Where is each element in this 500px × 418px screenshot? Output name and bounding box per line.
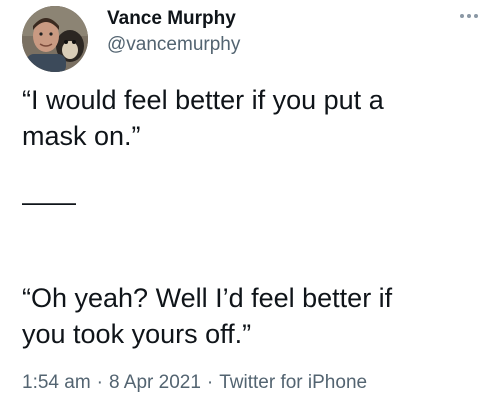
avatar[interactable] (22, 6, 88, 72)
tweet-time[interactable]: 1:54 am (22, 372, 91, 393)
author-name[interactable]: Vance Murphy (107, 8, 236, 30)
tweet-text-paragraph: “Oh yeah? Well I’d feel better if you to… (22, 283, 393, 349)
tweet-source[interactable]: Twitter for iPhone (219, 372, 367, 393)
meta-separator: · (96, 372, 103, 393)
tweet-card: Vance Murphy @vancemurphy “I would feel … (0, 0, 500, 418)
tweet-metadata: 1:54 am · 8 Apr 2021 · Twitter for iPhone (22, 372, 367, 394)
tweet-text-paragraph: “I would feel better if you put a mask o… (22, 85, 384, 151)
more-dot (460, 14, 464, 18)
tweet-date[interactable]: 8 Apr 2021 (109, 372, 201, 393)
more-horizontal-icon[interactable] (454, 6, 484, 26)
tweet-text-divider: —— (22, 187, 76, 217)
meta-separator: · (206, 372, 214, 393)
more-dot (467, 14, 471, 18)
profile-photo-image (22, 6, 88, 72)
author-handle[interactable]: @vancemurphy (107, 34, 240, 56)
more-dot (474, 14, 478, 18)
